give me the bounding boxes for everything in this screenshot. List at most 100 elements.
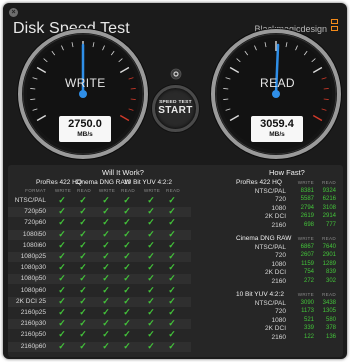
check-icon: ✓ xyxy=(79,284,87,295)
check-icon: ✓ xyxy=(168,239,176,250)
write-gauge-label: WRITE xyxy=(65,76,106,90)
check-icon: ✓ xyxy=(123,206,131,217)
speed-format-label: NTSC/PAL xyxy=(254,300,286,307)
check-icon: ✓ xyxy=(79,262,87,273)
speed-format-label: 1080 xyxy=(271,204,286,212)
write-fps: 698 xyxy=(303,221,314,228)
check-icon: ✓ xyxy=(79,228,87,239)
check-icon: ✓ xyxy=(147,273,155,284)
check-icon: ✓ xyxy=(102,329,110,340)
speed-format-label: 2K DCI xyxy=(265,269,286,277)
check-icon: ✓ xyxy=(102,284,110,295)
check-icon: ✓ xyxy=(168,206,176,217)
write-fps: 754 xyxy=(303,269,314,276)
check-icon: ✓ xyxy=(123,340,131,351)
column-subheader: READ xyxy=(121,188,135,193)
check-icon: ✓ xyxy=(123,318,131,329)
subheader-write: WRITE xyxy=(297,236,314,241)
subheader-write: WRITE xyxy=(297,292,314,297)
check-icon: ✓ xyxy=(123,251,131,261)
check-icon: ✓ xyxy=(123,307,131,317)
will-it-work-title: Will It Work? xyxy=(102,168,144,177)
check-icon: ✓ xyxy=(102,273,110,284)
check-icon: ✓ xyxy=(168,295,176,306)
format-label: 2160p25 xyxy=(20,309,46,316)
format-label: 1080p50 xyxy=(20,275,46,283)
write-fps: 521 xyxy=(303,316,314,323)
check-icon: ✓ xyxy=(168,195,176,205)
write-fps: 1159 xyxy=(301,260,314,267)
speed-format-label: 1080 xyxy=(271,260,286,268)
check-icon: ✓ xyxy=(147,195,155,205)
check-icon: ✓ xyxy=(102,206,110,217)
check-icon: ✓ xyxy=(147,340,155,351)
read-fps: 378 xyxy=(325,325,336,332)
check-icon: ✓ xyxy=(147,295,155,306)
check-icon: ✓ xyxy=(58,228,66,239)
check-icon: ✓ xyxy=(168,307,176,317)
write-fps: 2619 xyxy=(300,213,314,220)
column-subheader: WRITE xyxy=(54,188,72,193)
read-fps: 2914 xyxy=(322,213,336,220)
read-fps: 7640 xyxy=(322,244,336,250)
read-fps: 1289 xyxy=(322,260,336,267)
start-button[interactable]: SPEED TEST START xyxy=(152,85,199,132)
results-panel: Will It Work? ProRes 422 HQ WRITE READ Cinem… xyxy=(8,165,343,357)
check-icon: ✓ xyxy=(58,307,66,317)
write-readout: 2750.0 MB/s xyxy=(59,116,111,142)
check-icon: ✓ xyxy=(168,262,176,273)
speed-format-label: 720 xyxy=(275,196,286,204)
format-label: 1080i60 xyxy=(22,241,46,249)
format-label: 1080p30 xyxy=(20,264,46,272)
read-fps: 839 xyxy=(325,269,336,276)
write-fps: 1173 xyxy=(301,308,314,315)
write-unit: MB/s xyxy=(77,131,93,138)
check-icon: ✓ xyxy=(102,217,110,228)
check-icon: ✓ xyxy=(147,284,155,295)
check-icon: ✓ xyxy=(58,273,66,284)
check-icon: ✓ xyxy=(58,195,66,205)
gear-icon[interactable] xyxy=(170,67,182,80)
write-fps: 8381 xyxy=(300,188,314,194)
check-icon: ✓ xyxy=(79,251,87,261)
check-icon: ✓ xyxy=(58,251,66,261)
check-icon: ✓ xyxy=(102,239,110,250)
write-fps: 122 xyxy=(303,333,314,340)
check-icon: ✓ xyxy=(79,273,87,284)
check-icon: ✓ xyxy=(102,251,110,261)
format-label: 2160p50 xyxy=(20,331,46,339)
column-subheader: READ xyxy=(77,188,91,193)
app-window: × Disk Speed Test Blackmagicdesign WRITE… xyxy=(3,3,347,359)
start-button-label: START xyxy=(158,105,193,116)
read-value: 3059.4 xyxy=(260,118,294,130)
check-icon: ✓ xyxy=(168,251,176,261)
column-subheader: WRITE xyxy=(98,188,116,193)
check-icon: ✓ xyxy=(79,239,87,250)
check-icon: ✓ xyxy=(123,273,131,284)
check-icon: ✓ xyxy=(168,284,176,295)
check-icon: ✓ xyxy=(147,228,155,239)
check-icon: ✓ xyxy=(79,307,87,317)
check-icon: ✓ xyxy=(58,295,66,306)
check-icon: ✓ xyxy=(102,318,110,329)
check-icon: ✓ xyxy=(79,206,87,217)
read-fps: 6216 xyxy=(322,196,336,203)
check-icon: ✓ xyxy=(79,295,87,306)
write-fps: 6867 xyxy=(300,244,314,250)
write-fps: 339 xyxy=(303,325,314,332)
subheader-read: READ xyxy=(322,292,336,297)
check-icon: ✓ xyxy=(123,239,131,250)
check-icon: ✓ xyxy=(79,318,87,329)
check-icon: ✓ xyxy=(102,262,110,273)
read-fps: 302 xyxy=(325,277,336,284)
read-fps: 2901 xyxy=(322,252,336,259)
write-fps: 2607 xyxy=(300,252,314,259)
check-icon: ✓ xyxy=(168,273,176,284)
check-icon: ✓ xyxy=(102,228,110,239)
format-label: NTSC/PAL xyxy=(14,197,46,204)
write-fps: 3090 xyxy=(300,300,314,306)
check-icon: ✓ xyxy=(168,340,176,351)
read-fps: 3438 xyxy=(322,300,336,306)
speed-format-label: 2K DCI xyxy=(265,213,286,221)
speed-format-label: 2160 xyxy=(271,277,286,285)
